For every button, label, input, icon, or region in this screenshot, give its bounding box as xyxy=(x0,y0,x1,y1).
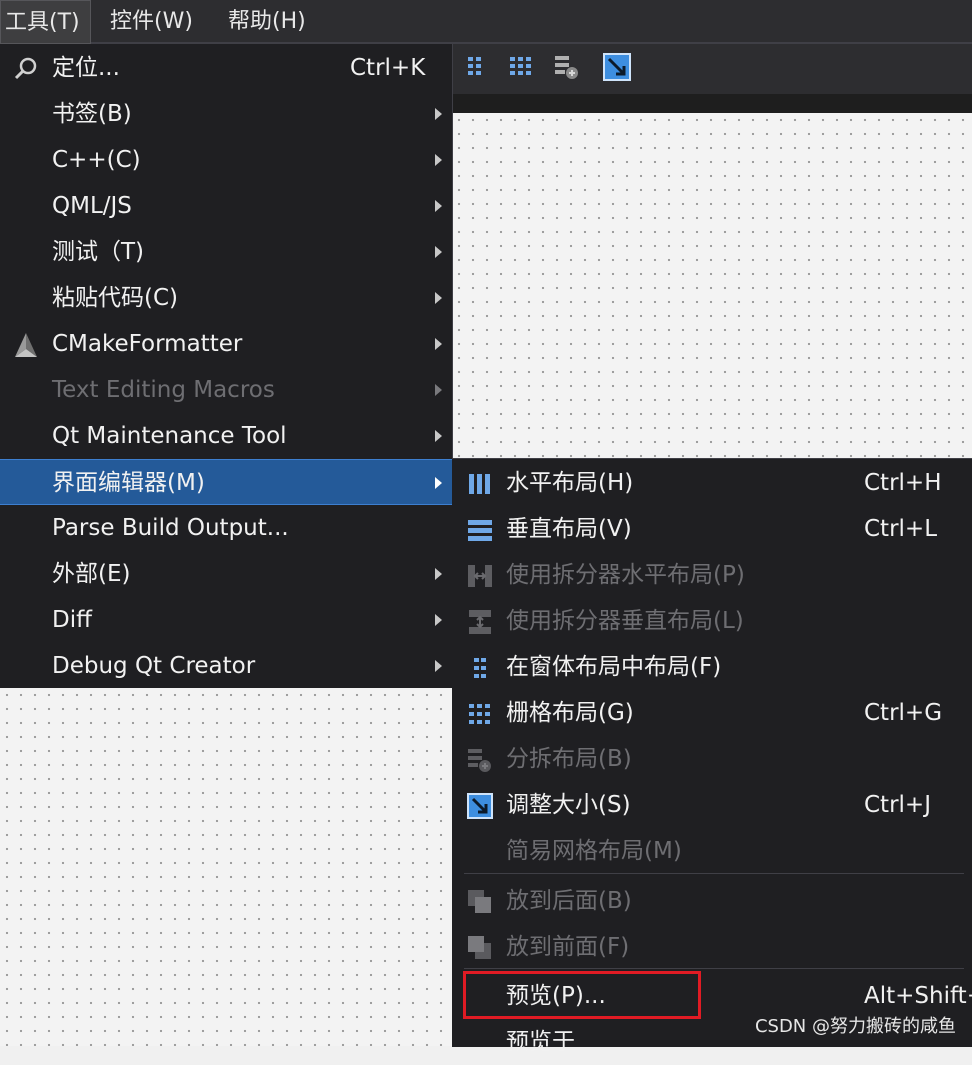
bring-to-front-icon xyxy=(468,936,491,959)
cmake-icon xyxy=(15,333,37,357)
menu-item-bookmarks[interactable]: 书签(B) xyxy=(0,91,452,137)
menu-item-label: 使用拆分器水平布局(P) xyxy=(506,562,745,588)
menu-item-label: Debug Qt Creator xyxy=(52,653,256,679)
menu-item-label: 定位... xyxy=(52,55,120,81)
submenu-item-adjust-size[interactable]: 调整大小(S) Ctrl+J xyxy=(452,782,972,828)
form-canvas[interactable] xyxy=(452,113,972,458)
menu-item-qt-maintenance-tool[interactable]: Qt Maintenance Tool xyxy=(0,413,452,459)
submenu-item-vertical-layout[interactable]: 垂直布局(V) Ctrl+L xyxy=(452,506,972,552)
menu-item-label: 放到后面(B) xyxy=(506,888,632,914)
horizontal-splitter-icon xyxy=(468,565,492,587)
tools-menu: 定位... Ctrl+K 书签(B) C++(C) QML/JS 测试（T) 粘… xyxy=(0,44,453,688)
menu-item-label: 分拆布局(B) xyxy=(506,746,632,772)
menu-item-shortcut: Ctrl+K xyxy=(350,55,426,81)
vertical-splitter-icon xyxy=(469,610,491,634)
submenu-item-form-layout[interactable]: 在窗体布局中布局(F) xyxy=(452,644,972,690)
menu-item-label: 界面编辑器(M) xyxy=(52,470,205,496)
menu-item-shortcut: Ctrl+H xyxy=(864,470,942,496)
menu-item-cmakeformatter[interactable]: CMakeFormatter xyxy=(0,321,452,367)
menu-item-label: Diff xyxy=(52,607,92,633)
submenu-arrow-icon xyxy=(435,568,442,580)
grid-layout-icon[interactable] xyxy=(506,52,536,82)
menu-item-shortcut: Ctrl+L xyxy=(864,516,938,542)
menu-item-external[interactable]: 外部(E) xyxy=(0,551,452,597)
menu-item-label: 放到前面(F) xyxy=(506,934,630,960)
adjust-size-icon[interactable] xyxy=(602,52,632,82)
form-editor-submenu: 水平布局(H) Ctrl+H 垂直布局(V) Ctrl+L 使用拆分器水平布局(… xyxy=(452,458,972,1055)
menu-item-label: Parse Build Output... xyxy=(52,515,289,541)
send-to-back-icon xyxy=(468,890,491,913)
submenu-arrow-icon xyxy=(435,292,442,304)
submenu-item-vertical-splitter: 使用拆分器垂直布局(L) xyxy=(452,598,972,644)
horizontal-layout-icon xyxy=(469,474,490,494)
grid-layout-icon xyxy=(469,704,490,724)
form-editor-toolbar xyxy=(452,44,972,113)
menu-item-label: C++(C) xyxy=(52,147,141,173)
menu-separator xyxy=(464,873,964,874)
menu-item-label: 栅格布局(G) xyxy=(506,700,634,726)
watermark: CSDN @努力搬砖的咸鱼 xyxy=(754,1016,956,1037)
menu-item-label: 水平布局(H) xyxy=(506,470,634,496)
submenu-arrow-icon xyxy=(435,660,442,672)
menu-item-shortcut: Ctrl+J xyxy=(864,792,931,818)
menu-item-label: Qt Maintenance Tool xyxy=(52,423,287,449)
submenu-item-horizontal-splitter: 使用拆分器水平布局(P) xyxy=(452,552,972,598)
menu-item-label: 测试（T) xyxy=(52,239,145,265)
menu-item-paste-code[interactable]: 粘贴代码(C) xyxy=(0,275,452,321)
menu-item-label: 调整大小(S) xyxy=(506,792,631,818)
menu-item-label: 在窗体布局中布局(F) xyxy=(506,654,722,680)
menu-item-label: 预览于 xyxy=(506,1029,575,1055)
submenu-arrow-icon xyxy=(435,246,442,258)
submenu-item-bring-to-front: 放到前面(F) xyxy=(452,924,972,970)
submenu-arrow-icon xyxy=(435,614,442,626)
menu-help[interactable]: 帮助(H) xyxy=(222,0,312,44)
form-layout-icon[interactable] xyxy=(460,52,490,82)
menu-separator xyxy=(464,968,964,969)
menu-tools[interactable]: 工具(T) xyxy=(0,0,91,44)
search-icon xyxy=(14,57,37,80)
menu-item-cpp[interactable]: C++(C) xyxy=(0,137,452,183)
menu-item-label: 书签(B) xyxy=(52,101,132,127)
menu-item-qmljs[interactable]: QML/JS xyxy=(0,183,452,229)
menu-item-test[interactable]: 测试（T) xyxy=(0,229,452,275)
submenu-item-simple-grid: 简易网格布局(M) xyxy=(452,828,972,874)
submenu-arrow-icon xyxy=(435,154,442,166)
menu-item-label: CMakeFormatter xyxy=(52,331,243,357)
submenu-arrow-icon xyxy=(435,200,442,212)
menu-item-label: 外部(E) xyxy=(52,561,131,587)
submenu-item-grid-layout[interactable]: 栅格布局(G) Ctrl+G xyxy=(452,690,972,736)
menu-item-parse-build-output[interactable]: Parse Build Output... xyxy=(0,505,452,551)
submenu-arrow-icon xyxy=(435,338,442,350)
menu-item-label: QML/JS xyxy=(52,193,132,219)
menu-item-text-editing-macros: Text Editing Macros xyxy=(0,367,452,413)
submenu-item-horizontal-layout[interactable]: 水平布局(H) Ctrl+H xyxy=(452,460,972,506)
form-layout-icon xyxy=(474,658,486,678)
menu-item-label: 垂直布局(V) xyxy=(506,516,632,542)
menu-item-label: Text Editing Macros xyxy=(52,377,275,403)
submenu-arrow-icon xyxy=(435,384,442,396)
submenu-item-send-to-back: 放到后面(B) xyxy=(452,878,972,924)
submenu-arrow-icon xyxy=(435,477,442,489)
vertical-layout-icon xyxy=(468,520,492,541)
submenu-arrow-icon xyxy=(435,430,442,442)
menu-item-label: 简易网格布局(M) xyxy=(506,838,682,864)
form-canvas-left[interactable] xyxy=(0,688,452,1046)
menu-item-label: 使用拆分器垂直布局(L) xyxy=(506,608,744,634)
annotation-highlight-box xyxy=(463,971,701,1019)
menu-item-form-editor[interactable]: 界面编辑器(M) xyxy=(0,459,452,505)
splitter-layout-icon[interactable] xyxy=(552,52,582,82)
menu-item-diff[interactable]: Diff xyxy=(0,597,452,643)
break-layout-icon xyxy=(468,749,491,772)
menubar: 工具(T) 控件(W) 帮助(H) xyxy=(0,0,972,44)
menu-item-shortcut: Ctrl+G xyxy=(864,700,943,726)
toolbar-strip xyxy=(452,94,972,113)
menu-widgets[interactable]: 控件(W) xyxy=(104,0,199,44)
adjust-size-icon xyxy=(467,793,493,819)
menu-item-debug-qt-creator[interactable]: Debug Qt Creator xyxy=(0,643,452,689)
menu-item-locate[interactable]: 定位... Ctrl+K xyxy=(0,45,452,91)
menu-item-label: 粘贴代码(C) xyxy=(52,285,179,311)
submenu-arrow-icon xyxy=(435,108,442,120)
submenu-item-break-layout: 分拆布局(B) xyxy=(452,736,972,782)
